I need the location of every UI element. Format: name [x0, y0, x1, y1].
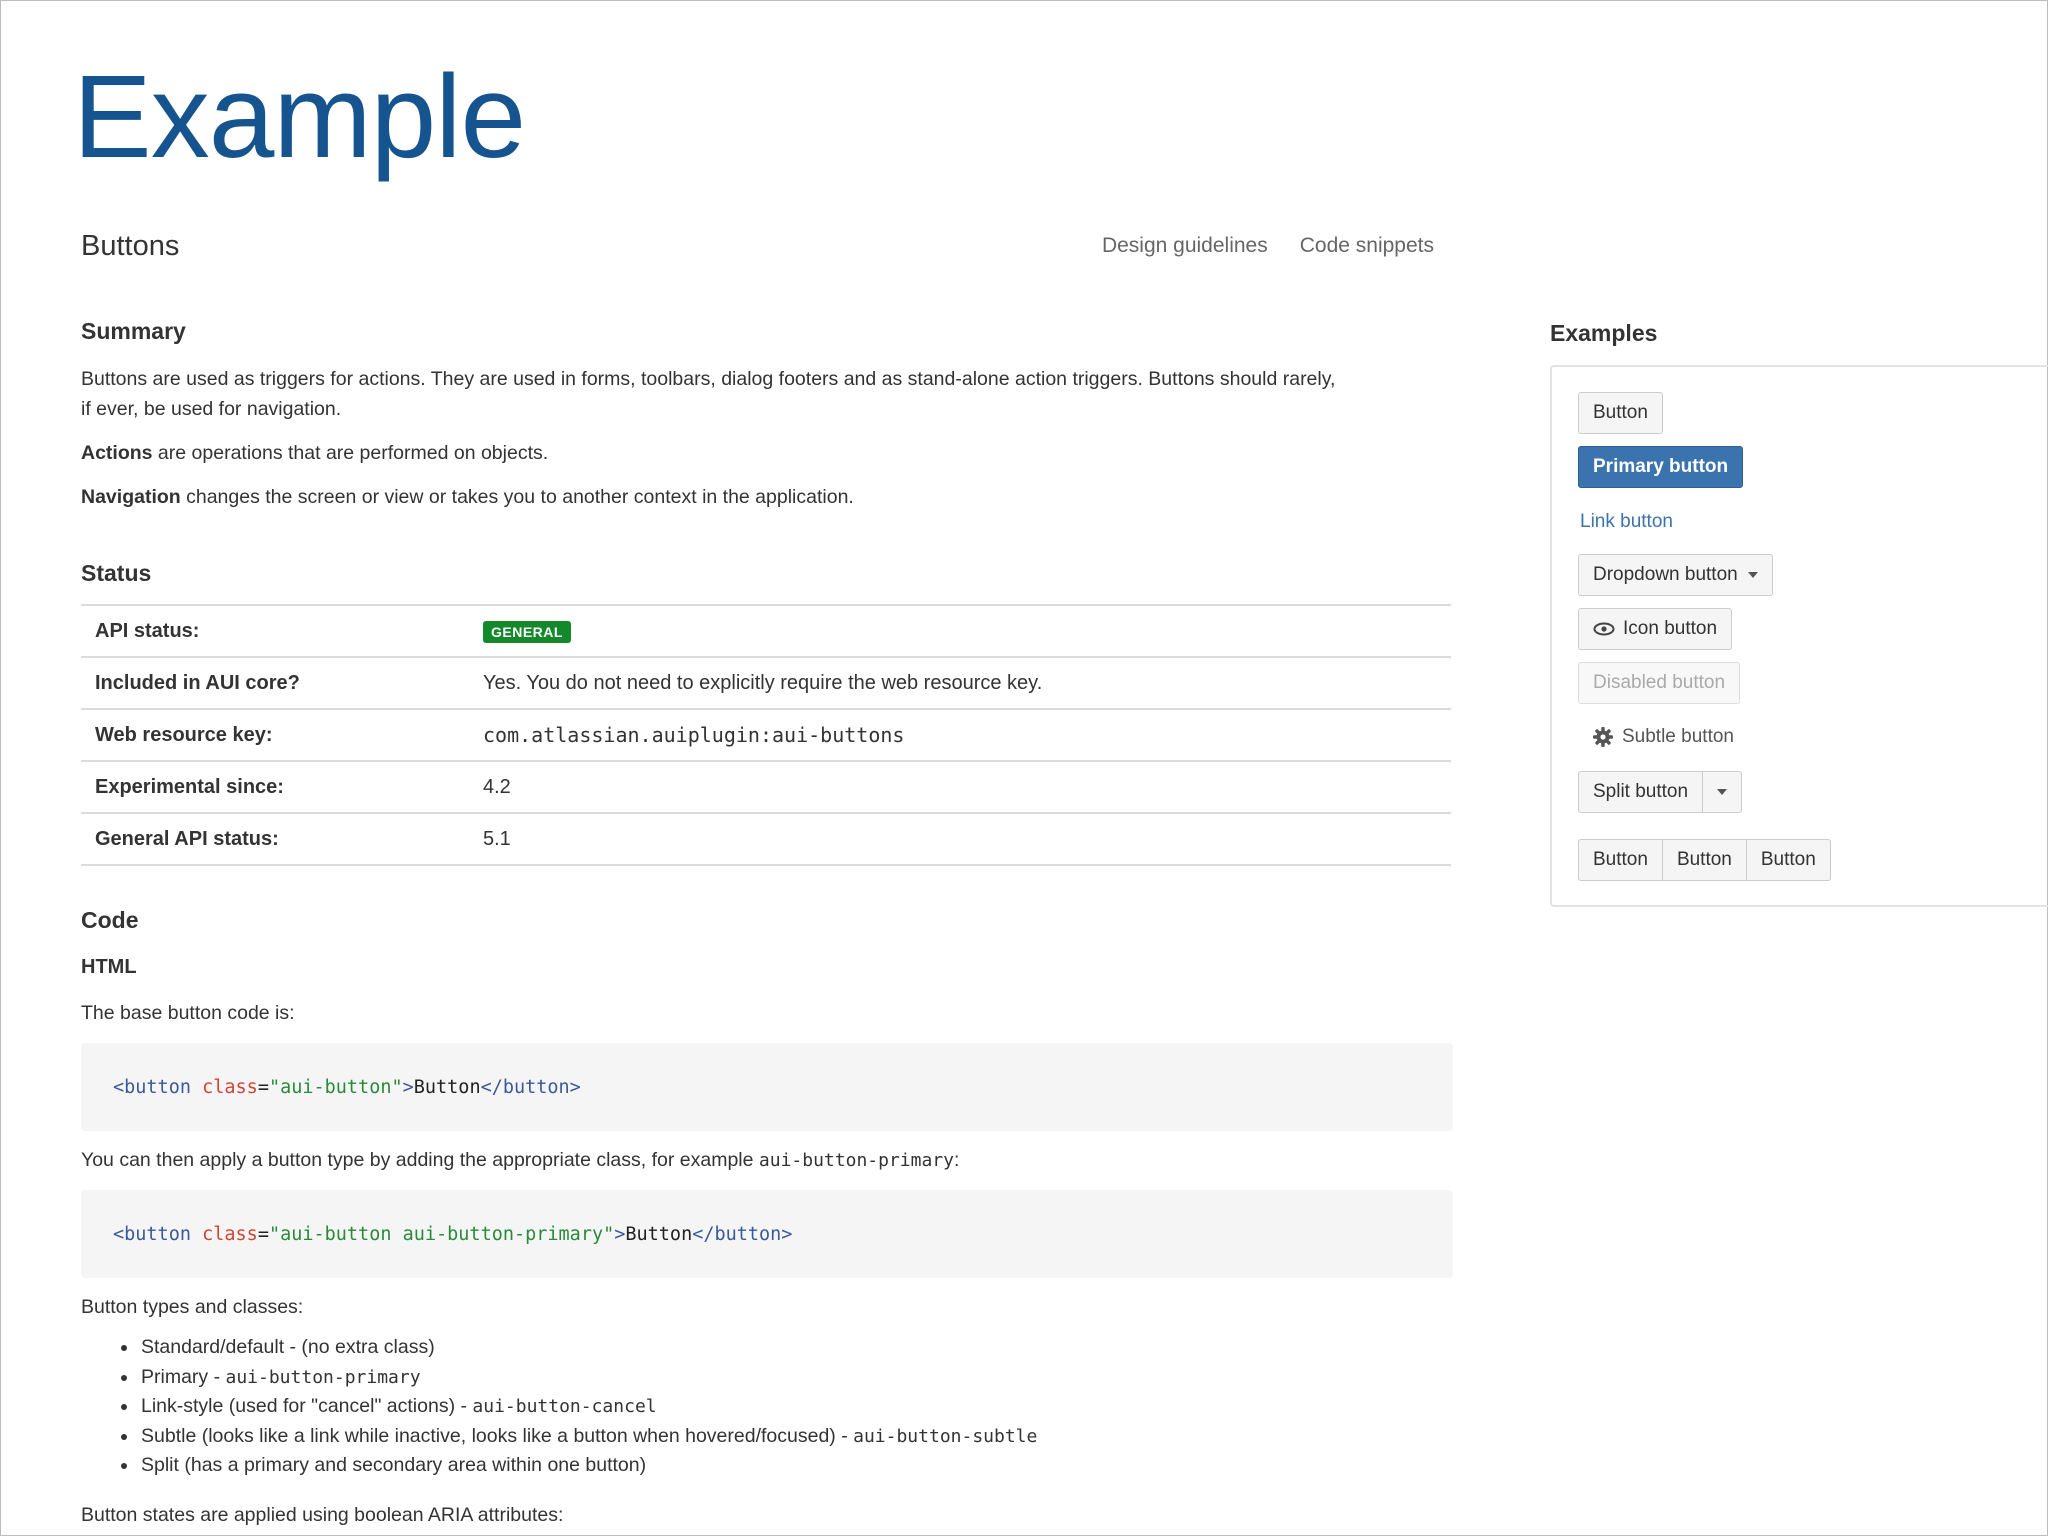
- types-intro: Button types and classes:: [81, 1296, 304, 1318]
- group-button-1[interactable]: Button: [1578, 839, 1663, 881]
- summary-paragraph: Buttons are used as triggers for actions…: [81, 364, 1481, 424]
- status-value: GENERAL: [469, 604, 1451, 657]
- list-item-text: Split (has a primary and secondary area …: [141, 1454, 647, 1476]
- list-item: Split (has a primary and secondary area …: [120, 1451, 1037, 1481]
- status-value: Yes. You do not need to explicitly requi…: [469, 656, 1451, 709]
- code-snippets-link[interactable]: Code snippets: [1300, 234, 1434, 258]
- list-item-code: aui-button-subtle: [853, 1425, 1038, 1447]
- chevron-down-icon: [1717, 789, 1728, 795]
- example-subtle-button[interactable]: Subtle button: [1592, 716, 1734, 758]
- list-item: Primary - aui-button-primary: [120, 1363, 1037, 1393]
- eye-icon: [1593, 622, 1615, 636]
- status-table: API status: GENERAL Included in AUI core…: [81, 604, 1451, 866]
- actions-paragraph: Actions are operations that are performe…: [81, 438, 548, 468]
- examples-heading: Examples: [1550, 320, 1658, 346]
- list-item-text: Subtle (looks like a link while inactive…: [141, 1424, 854, 1447]
- list-item-text: Primary -: [141, 1365, 226, 1388]
- list-item-text: Standard/default - (no extra class): [141, 1336, 435, 1358]
- actions-term: Actions: [81, 442, 153, 464]
- code-end-tag: </button>: [692, 1223, 793, 1245]
- subtle-button-label: Subtle button: [1622, 726, 1734, 747]
- group-button-2[interactable]: Button: [1662, 839, 1747, 881]
- design-guidelines-link[interactable]: Design guidelines: [1102, 234, 1268, 258]
- status-key: API status:: [81, 604, 469, 657]
- example-disabled-button: Disabled button: [1578, 662, 1741, 704]
- code-tag-open: <button: [113, 1076, 191, 1098]
- code-snippet-base: <button class = "aui-button" > Button </butto…: [81, 1043, 1453, 1131]
- apply-type-paragraph: You can then apply a button type by addi…: [81, 1145, 959, 1176]
- list-item: Link-style (used for "cancel" actions) -…: [120, 1392, 1037, 1422]
- navigation-description: changes the screen or view or takes you …: [180, 486, 854, 508]
- states-intro: Button states are applied using boolean …: [81, 1504, 564, 1526]
- apply-type-code: aui-button-primary: [758, 1150, 954, 1171]
- list-item-code: aui-button-cancel: [472, 1396, 657, 1417]
- table-row: Web resource key: com.atlassian.auiplugi…: [81, 708, 1451, 761]
- split-button-main[interactable]: Split button: [1578, 771, 1704, 813]
- page-title: Buttons: [81, 230, 180, 262]
- status-value: 4.2: [469, 760, 1451, 813]
- code-heading: Code: [81, 907, 139, 933]
- example-dropdown-button[interactable]: Dropdown button: [1578, 554, 1773, 596]
- example-primary-button[interactable]: Primary button: [1578, 446, 1744, 488]
- list-item: Subtle (looks like a link while inactive…: [120, 1422, 1038, 1452]
- split-button-dropdown[interactable]: [1703, 771, 1743, 813]
- code-attr: class: [202, 1076, 258, 1098]
- gear-icon: [1593, 727, 1613, 747]
- group-button-3[interactable]: Button: [1746, 839, 1831, 881]
- table-row: General API status: 5.1: [81, 812, 1451, 866]
- navigation-paragraph: Navigation changes the screen or view or…: [81, 482, 854, 512]
- code-end-tag: </button>: [480, 1076, 581, 1098]
- example-split-button: Split button: [1578, 771, 1743, 813]
- apply-type-text: You can then apply a button type by addi…: [81, 1149, 759, 1171]
- status-heading: Status: [81, 560, 152, 586]
- table-row: Experimental since: 4.2: [81, 760, 1451, 813]
- table-row: API status: GENERAL: [81, 604, 1451, 657]
- list-item-text: Link-style (used for "cancel" actions) -: [141, 1395, 473, 1417]
- navigation-term: Navigation: [81, 486, 181, 508]
- icon-button-label: Icon button: [1623, 618, 1718, 639]
- example-link-button[interactable]: Link button: [1580, 501, 1673, 543]
- summary-line-2: if ever, be used for navigation.: [81, 398, 342, 420]
- status-key: Web resource key:: [81, 708, 469, 761]
- code-text: Button: [625, 1223, 693, 1245]
- html-subheading: HTML: [81, 956, 137, 978]
- code-snippet-primary: <button class = "aui-button aui-button-pri…: [81, 1190, 1453, 1278]
- code-eq: =: [257, 1223, 269, 1245]
- code-attr-value: "aui-button": [268, 1076, 403, 1098]
- example-standard-button[interactable]: Button: [1578, 392, 1663, 434]
- button-types-list: Standard/default - (no extra class) Prim…: [81, 1333, 1037, 1481]
- example-button-group: Button Button Button: [1578, 839, 1831, 881]
- status-badge: GENERAL: [483, 620, 571, 643]
- apply-type-end: :: [953, 1149, 960, 1171]
- slide-title: Example: [73, 51, 526, 183]
- dropdown-button-label: Dropdown button: [1593, 564, 1738, 585]
- status-key: Experimental since:: [81, 760, 469, 813]
- code-tag-close: >: [402, 1076, 414, 1098]
- example-icon-button[interactable]: Icon button: [1578, 608, 1733, 650]
- summary-heading: Summary: [81, 318, 186, 344]
- code-tag-close: >: [614, 1223, 626, 1245]
- status-key: Included in AUI core?: [81, 656, 469, 709]
- header-links: Design guidelines Code snippets: [1102, 234, 1434, 258]
- list-item-code: aui-button-primary: [225, 1366, 421, 1388]
- status-value: com.atlassian.auiplugin:aui-buttons: [469, 708, 1451, 761]
- summary-line-1: Buttons are used as triggers for actions…: [81, 368, 1336, 390]
- list-item: Standard/default - (no extra class): [120, 1333, 1037, 1363]
- code-attr-value: "aui-button aui-button-primary": [268, 1223, 615, 1245]
- base-code-intro: The base button code is:: [81, 1002, 295, 1024]
- code-eq: =: [257, 1076, 269, 1098]
- chevron-down-icon: [1747, 572, 1758, 578]
- actions-description: are operations that are performed on obj…: [152, 442, 549, 464]
- table-row: Included in AUI core? Yes. You do not ne…: [81, 656, 1451, 709]
- status-key: General API status:: [81, 812, 469, 866]
- code-attr: class: [202, 1223, 258, 1245]
- code-text: Button: [413, 1076, 481, 1098]
- status-value: 5.1: [469, 812, 1451, 866]
- code-tag-open: <button: [113, 1223, 191, 1245]
